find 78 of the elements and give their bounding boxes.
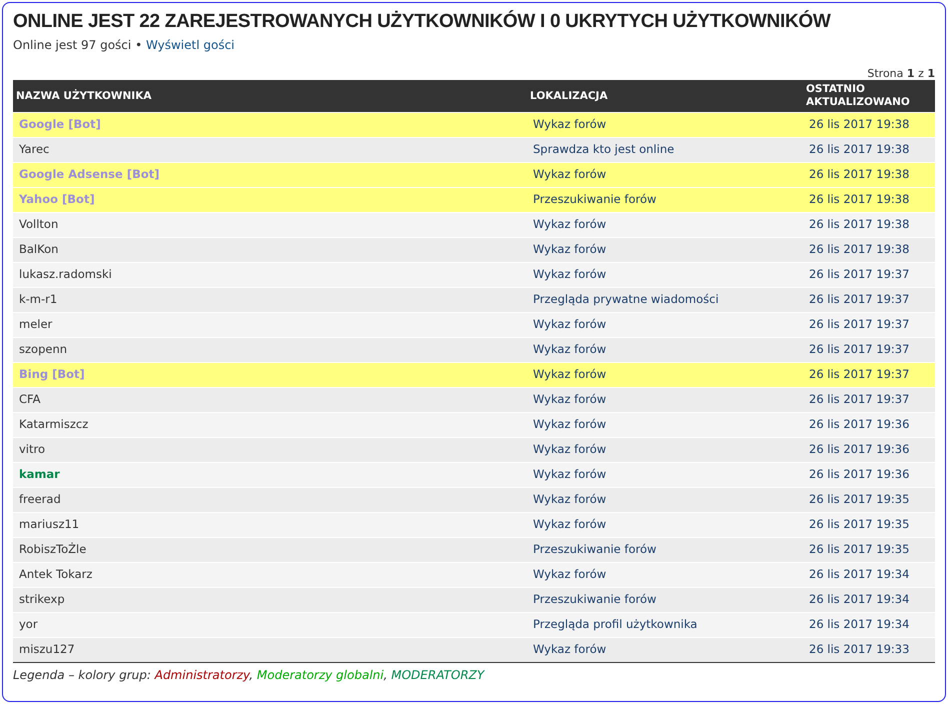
time-cell: 26 lis 2017 19:35 bbox=[803, 512, 935, 538]
location-cell: Przeszukiwanie forów bbox=[527, 187, 803, 212]
username-link[interactable]: meler bbox=[19, 316, 52, 331]
username-link[interactable]: Yarec bbox=[19, 142, 50, 156]
group-link[interactable]: MODERATORZY bbox=[391, 668, 484, 682]
time-cell: 26 lis 2017 19:37 bbox=[803, 337, 935, 362]
username-link[interactable]: strikexp bbox=[19, 592, 65, 606]
username-link[interactable]: szopenn bbox=[19, 342, 68, 356]
legend-label: Legenda – kolory grup: bbox=[13, 668, 151, 682]
time-cell: 26 lis 2017 19:37 bbox=[803, 312, 935, 338]
column-header: NAZWA UŻYTKOWNIKA bbox=[13, 80, 527, 112]
location-cell: Wykaz forów bbox=[527, 562, 803, 588]
separator: • bbox=[135, 38, 142, 52]
time-cell: 26 lis 2017 19:33 bbox=[803, 637, 935, 662]
time-cell: 26 lis 2017 19:34 bbox=[803, 562, 935, 588]
time-cell: 26 lis 2017 19:36 bbox=[803, 437, 935, 462]
page-total: 1 bbox=[927, 67, 935, 80]
location-cell: Przegląda prywatne wiadomości bbox=[527, 287, 803, 312]
time-cell: 26 lis 2017 19:38 bbox=[803, 212, 935, 238]
username-link[interactable]: CFA bbox=[19, 392, 40, 406]
page-title: ONLINE JEST 22 ZAREJESTROWANYCH UŻYTKOWNIKÓW I 0 UKRYTYCH UŻYTKOWNIKÓW bbox=[13, 9, 832, 34]
comma: , bbox=[249, 668, 254, 682]
username-link[interactable]: yor bbox=[19, 616, 38, 631]
page-number: 1 bbox=[906, 67, 915, 80]
location-cell: Wykaz forów bbox=[527, 637, 803, 662]
username-link[interactable]: miszu127 bbox=[19, 642, 75, 656]
time-cell: 26 lis 2017 19:36 bbox=[803, 412, 935, 438]
time-cell: 26 lis 2017 19:36 bbox=[803, 462, 935, 488]
time-cell: 26 lis 2017 19:35 bbox=[803, 487, 935, 512]
time-cell: 26 lis 2017 19:37 bbox=[803, 262, 935, 288]
time-cell: 26 lis 2017 19:37 bbox=[803, 287, 935, 312]
time-cell: 26 lis 2017 19:37 bbox=[803, 362, 935, 388]
username-link[interactable]: RobiszToŻle bbox=[19, 542, 86, 556]
location-cell: Wykaz forów bbox=[527, 487, 803, 512]
time-cell: 26 lis 2017 19:38 bbox=[803, 187, 935, 212]
location-cell: Wykaz forów bbox=[527, 462, 803, 488]
username-link[interactable]: vitro bbox=[19, 442, 46, 456]
time-cell: 26 lis 2017 19:34 bbox=[803, 587, 935, 612]
location-cell: Wykaz forów bbox=[527, 162, 803, 188]
location-cell: Przeszukiwanie forów bbox=[527, 537, 803, 562]
time-cell: 26 lis 2017 19:35 bbox=[803, 537, 935, 562]
location-cell: Wykaz forów bbox=[527, 437, 803, 462]
location-cell: Wykaz forów bbox=[527, 362, 803, 388]
time-cell: 26 lis 2017 19:38 bbox=[803, 137, 935, 162]
page-label: Strona bbox=[867, 67, 904, 80]
column-header: OSTATNIO AKTUALIZOWANO bbox=[803, 80, 935, 112]
username-link[interactable]: Antek Tokarz bbox=[19, 566, 92, 581]
location-cell: Wykaz forów bbox=[527, 237, 803, 262]
username-link[interactable]: BalKon bbox=[19, 242, 58, 256]
username-link[interactable]: freerad bbox=[19, 492, 61, 506]
location-cell: Przegląda profil użytkownika bbox=[527, 612, 803, 638]
location-cell: Wykaz forów bbox=[527, 262, 803, 288]
comma: , bbox=[384, 668, 388, 682]
location-cell: Wykaz forów bbox=[527, 387, 803, 412]
time-cell: 26 lis 2017 19:38 bbox=[803, 162, 935, 188]
time-cell: 26 lis 2017 19:37 bbox=[803, 387, 935, 412]
location-cell: Sprawdza kto jest online bbox=[527, 137, 803, 162]
location-cell: Wykaz forów bbox=[527, 512, 803, 538]
username-link[interactable]: kamar bbox=[19, 466, 60, 481]
column-header: LOKALIZACJA bbox=[527, 80, 803, 112]
location-cell: Przeszukiwanie forów bbox=[527, 587, 803, 612]
location-cell: Wykaz forów bbox=[527, 412, 803, 438]
username-link[interactable]: mariusz11 bbox=[19, 516, 80, 531]
username-link[interactable]: Vollton bbox=[19, 216, 58, 231]
username-link[interactable]: k-m-r1 bbox=[19, 292, 58, 306]
location-cell: Wykaz forów bbox=[527, 112, 803, 138]
time-cell: 26 lis 2017 19:38 bbox=[803, 112, 935, 138]
location-cell: Wykaz forów bbox=[527, 312, 803, 338]
location-cell: Wykaz forów bbox=[527, 212, 803, 238]
page-label: z bbox=[918, 67, 924, 80]
username-link[interactable]: Katarmiszcz bbox=[19, 416, 88, 431]
time-cell: 26 lis 2017 19:38 bbox=[803, 237, 935, 262]
guest-count: Online jest 97 gości bbox=[13, 38, 132, 52]
group-link[interactable]: Administratorzy bbox=[154, 668, 250, 682]
time-cell: 26 lis 2017 19:34 bbox=[803, 612, 935, 638]
location-cell: Wykaz forów bbox=[527, 337, 803, 362]
guests-link[interactable]: Wyświetl gości bbox=[146, 38, 235, 52]
username-link[interactable]: lukasz.radomski bbox=[19, 266, 112, 281]
